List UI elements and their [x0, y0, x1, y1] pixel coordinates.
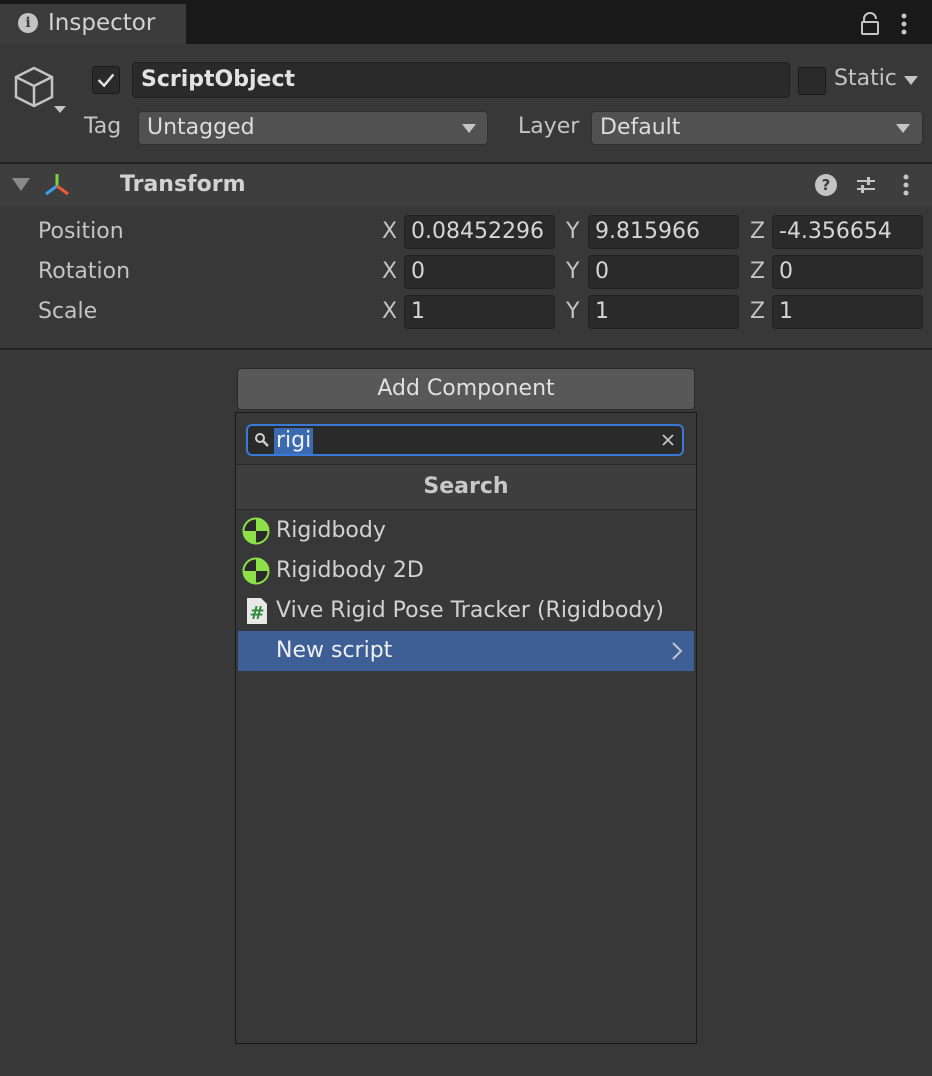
tab-title: Inspector: [48, 10, 156, 36]
rotation-z-field[interactable]: 0: [772, 255, 923, 289]
component-title: Transform: [120, 172, 246, 197]
clear-search-icon[interactable]: [660, 432, 676, 448]
scale-z-field[interactable]: 1: [772, 295, 923, 329]
foldout-arrow-icon[interactable]: [12, 178, 30, 191]
static-checkbox[interactable]: [798, 67, 826, 95]
tag-dropdown[interactable]: Untagged: [138, 111, 488, 145]
tag-label: Tag: [84, 114, 122, 139]
chevron-right-icon: [672, 642, 683, 660]
position-z-axis-label[interactable]: Z: [750, 219, 765, 244]
position-x-axis-label[interactable]: X: [382, 219, 397, 244]
item-label: Rigidbody: [276, 518, 386, 543]
position-label: Position: [38, 219, 124, 244]
lock-icon[interactable]: [858, 12, 882, 36]
list-item-rigidbody[interactable]: Rigidbody: [236, 511, 696, 551]
rotation-x-axis-label[interactable]: X: [382, 259, 397, 284]
position-y-field[interactable]: 9.815966: [588, 215, 739, 249]
script-icon: #: [247, 598, 267, 624]
layer-dropdown[interactable]: Default: [591, 111, 923, 145]
rotation-z-axis-label[interactable]: Z: [750, 259, 765, 284]
more-options-icon[interactable]: [896, 12, 912, 36]
item-label: Rigidbody 2D: [276, 558, 424, 583]
scale-z-axis-label[interactable]: Z: [750, 299, 765, 324]
position-z-field[interactable]: -4.356654: [772, 215, 923, 249]
rotation-label: Rotation: [38, 259, 131, 284]
list-item-new-script[interactable]: New script: [238, 631, 694, 671]
object-name-field[interactable]: ScriptObject: [132, 62, 790, 98]
tag-dropdown-arrow-icon[interactable]: [462, 124, 476, 133]
component-menu-icon[interactable]: [898, 172, 914, 198]
list-item-rigidbody-2d[interactable]: Rigidbody 2D: [236, 551, 696, 591]
static-dropdown-arrow-icon[interactable]: [904, 76, 918, 85]
scale-x-axis-label[interactable]: X: [382, 299, 397, 324]
info-icon: i: [18, 13, 38, 33]
rotation-y-axis-label[interactable]: Y: [566, 259, 579, 284]
gameobject-cube-icon[interactable]: [12, 64, 68, 120]
position-y-axis-label[interactable]: Y: [566, 219, 579, 244]
rotation-y-field[interactable]: 0: [588, 255, 739, 289]
scale-x-field[interactable]: 1: [404, 295, 555, 329]
presets-icon[interactable]: [855, 174, 877, 196]
results-header: Search: [236, 464, 696, 510]
scale-label: Scale: [38, 299, 98, 324]
help-icon[interactable]: ?: [815, 174, 837, 196]
layer-value: Default: [600, 115, 681, 140]
add-component-button[interactable]: Add Component: [237, 368, 695, 410]
scale-y-field[interactable]: 1: [588, 295, 739, 329]
layer-dropdown-arrow-icon[interactable]: [896, 124, 910, 133]
svg-text:#: #: [249, 603, 264, 624]
search-input-value[interactable]: rigi: [274, 428, 314, 454]
position-x-field[interactable]: 0.08452296: [404, 215, 555, 249]
rigidbody-icon: [242, 557, 270, 585]
item-label: Vive Rigid Pose Tracker (Rigidbody): [276, 598, 664, 623]
search-icon: [255, 433, 269, 447]
static-label[interactable]: Static: [834, 66, 897, 91]
item-label: New script: [276, 638, 393, 663]
active-checkbox[interactable]: [92, 66, 120, 94]
list-item-vive-rigid-pose-tracker[interactable]: # Vive Rigid Pose Tracker (Rigidbody): [236, 591, 696, 631]
layer-label: Layer: [518, 114, 580, 139]
divider: [0, 348, 932, 350]
transform-axes-icon: [45, 174, 69, 196]
tag-value: Untagged: [147, 115, 255, 140]
scale-y-axis-label[interactable]: Y: [566, 299, 579, 324]
rigidbody-icon: [242, 517, 270, 545]
rotation-x-field[interactable]: 0: [404, 255, 555, 289]
